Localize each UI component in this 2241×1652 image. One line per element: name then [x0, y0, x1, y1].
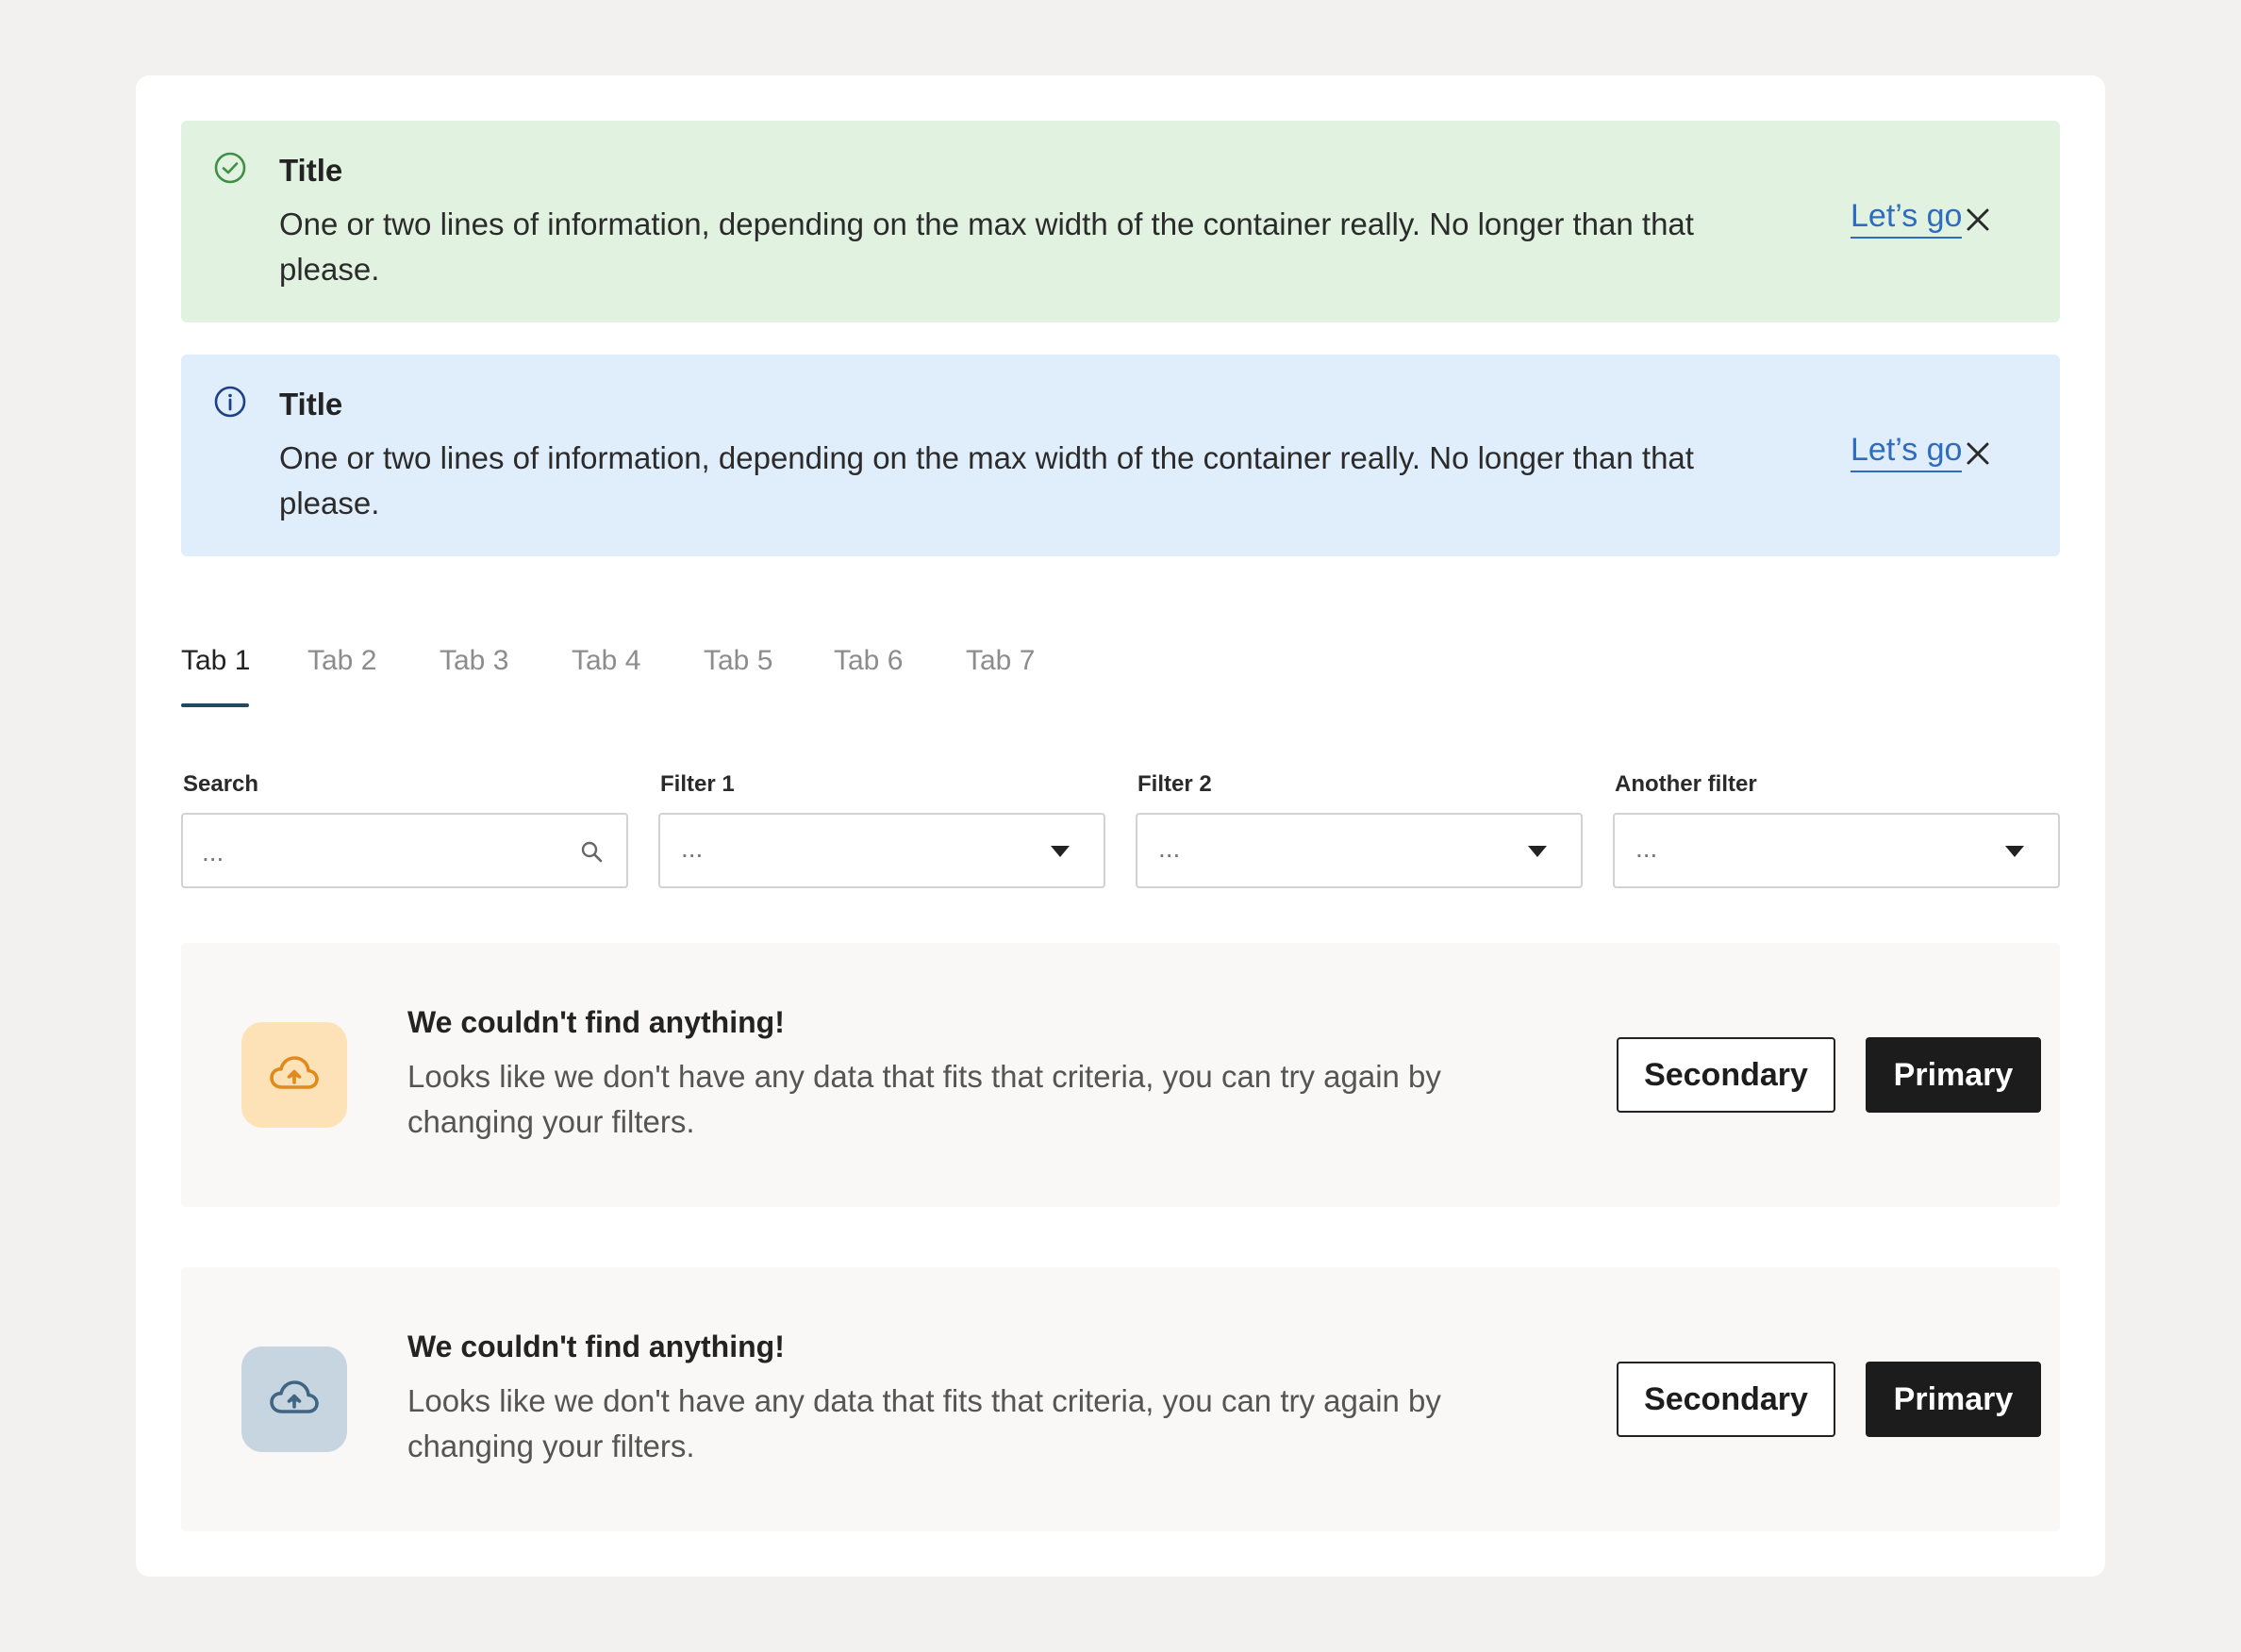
- close-icon[interactable]: [1964, 206, 1992, 234]
- filter-2-label: Filter 2: [1137, 771, 1212, 797]
- check-circle-icon: [214, 152, 246, 184]
- tab-6[interactable]: Tab 6: [834, 645, 903, 677]
- search-field: Search: [181, 771, 628, 888]
- filter-1-select[interactable]: ...: [658, 813, 1105, 888]
- another-filter-field: Another filter ...: [1613, 771, 2060, 888]
- empty-state-body: Looks like we don't have any data that f…: [407, 1059, 1441, 1139]
- alert-body: One or two lines of information, dependi…: [279, 440, 1694, 520]
- search-input[interactable]: [202, 834, 560, 871]
- primary-button[interactable]: Primary: [1866, 1037, 2041, 1113]
- cloud-upload-icon: [270, 1056, 319, 1089]
- empty-state-title: We couldn't find anything!: [407, 1330, 785, 1363]
- cloud-upload-icon: [270, 1380, 319, 1413]
- tab-4[interactable]: Tab 4: [572, 645, 640, 677]
- another-filter-value: ...: [1635, 834, 1658, 863]
- another-filter-label: Another filter: [1615, 771, 1757, 797]
- alert-action-link[interactable]: Let’s go: [1851, 432, 1963, 472]
- chevron-down-icon[interactable]: [1528, 846, 1547, 857]
- tab-3[interactable]: Tab 3: [440, 645, 508, 677]
- empty-state: We couldn't find anything! Looks like we…: [181, 1267, 2060, 1531]
- empty-state-icon-tile: [241, 1022, 347, 1128]
- close-icon[interactable]: [1964, 439, 1992, 468]
- filter-2-value: ...: [1158, 834, 1181, 863]
- alert-title: Title: [279, 153, 343, 188]
- search-label: Search: [183, 771, 259, 797]
- alert-body: One or two lines of information, dependi…: [279, 206, 1694, 287]
- filter-1-field: Filter 1 ...: [658, 771, 1105, 888]
- empty-state-icon-tile: [241, 1346, 347, 1452]
- tab-2[interactable]: Tab 2: [307, 645, 376, 677]
- search-box[interactable]: [181, 813, 628, 888]
- alert-title: Title: [279, 387, 343, 421]
- chevron-down-icon[interactable]: [2005, 846, 2024, 857]
- another-filter-select[interactable]: ...: [1613, 813, 2060, 888]
- content-card: Title One or two lines of information, d…: [136, 75, 2105, 1577]
- empty-state-body: Looks like we don't have any data that f…: [407, 1383, 1441, 1463]
- active-tab-indicator: [181, 703, 249, 707]
- filter-1-value: ...: [681, 834, 704, 863]
- search-icon[interactable]: [579, 839, 606, 866]
- filter-2-field: Filter 2 ...: [1136, 771, 1583, 888]
- tab-bar: Tab 1 Tab 2 Tab 3 Tab 4 Tab 5 Tab 6 Tab …: [181, 641, 1313, 709]
- info-alert: Title One or two lines of information, d…: [181, 355, 2060, 556]
- primary-button[interactable]: Primary: [1866, 1362, 2041, 1437]
- tab-5[interactable]: Tab 5: [704, 645, 772, 677]
- chevron-down-icon[interactable]: [1051, 846, 1070, 857]
- info-circle-icon: [214, 386, 246, 418]
- success-alert: Title One or two lines of information, d…: [181, 121, 2060, 322]
- empty-state: We couldn't find anything! Looks like we…: [181, 943, 2060, 1207]
- secondary-button[interactable]: Secondary: [1617, 1037, 1835, 1113]
- tab-7[interactable]: Tab 7: [966, 645, 1035, 677]
- tab-1[interactable]: Tab 1: [181, 645, 250, 677]
- alert-action-link[interactable]: Let’s go: [1851, 198, 1963, 239]
- filter-2-select[interactable]: ...: [1136, 813, 1583, 888]
- empty-state-title: We couldn't find anything!: [407, 1005, 785, 1039]
- secondary-button[interactable]: Secondary: [1617, 1362, 1835, 1437]
- filter-1-label: Filter 1: [660, 771, 735, 797]
